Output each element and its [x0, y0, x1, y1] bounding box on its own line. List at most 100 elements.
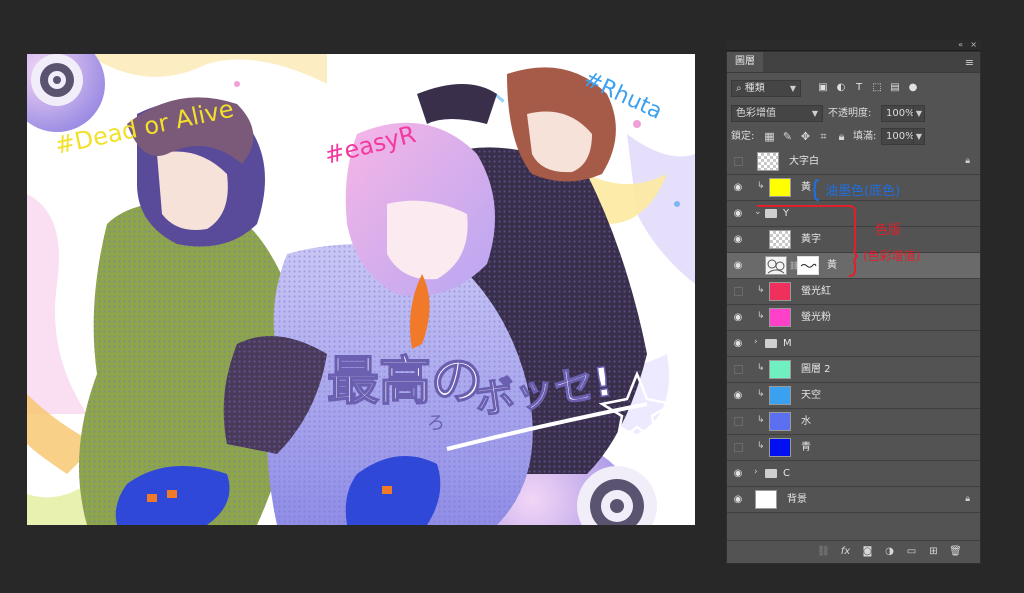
group-name: Y: [783, 208, 790, 219]
lock-transparent-icon[interactable]: ▦: [763, 130, 776, 143]
layer-row[interactable]: ↳ 圖層 2: [727, 357, 980, 383]
opacity-label: 不透明度:: [828, 108, 872, 119]
layer-row[interactable]: ↳ 水: [727, 409, 980, 435]
shape-filter-icon[interactable]: ⬚: [871, 82, 883, 94]
visibility-toggle-off[interactable]: [734, 417, 743, 426]
title-ruby: ろ: [427, 413, 445, 434]
eye-icon[interactable]: ◉: [731, 338, 745, 350]
tab-layers[interactable]: 圖層: [727, 52, 763, 72]
fill-slider-toggle[interactable]: ▼: [913, 128, 925, 145]
visibility-toggle-off[interactable]: [734, 365, 743, 374]
layer-filter-row: ⌕ 種類 ▼ ▣ ◐ T ⬚ ▤ ●: [731, 80, 976, 100]
fill-value: 100%: [886, 131, 915, 142]
folder-icon: [765, 469, 777, 478]
type-filter-icon[interactable]: T: [853, 82, 865, 94]
chevron-down-icon: ▼: [789, 84, 796, 93]
layer-row[interactable]: ↳ 青: [727, 435, 980, 461]
layer-row[interactable]: ◉ ↳ 天空: [727, 383, 980, 409]
eye-icon[interactable]: ◉: [731, 312, 745, 324]
new-group-folder-icon[interactable]: ▭: [905, 545, 918, 558]
chevron-down-icon: ▼: [915, 109, 922, 118]
chevron-right-icon[interactable]: ›: [754, 467, 758, 477]
layer-name: 背景: [787, 494, 807, 505]
lock-icon: 🔒︎: [965, 156, 970, 166]
clipping-mask-icon: ↳: [757, 311, 765, 321]
layer-thumbnail: [757, 152, 779, 171]
layer-thumbnail: [755, 490, 777, 509]
panel-tabbar: 圖層 ≡: [727, 52, 980, 73]
panel-menu-icon[interactable]: ≡: [965, 56, 974, 69]
layer-row-selected[interactable]: ◉ ⛓ 黃: [727, 253, 980, 279]
blend-opacity-row: 色彩增值 ▼ 不透明度: 100% ▼: [731, 105, 976, 125]
new-layer-icon[interactable]: ⊞: [927, 545, 940, 558]
layer-name: 水: [801, 416, 811, 427]
artwork-illustration: #Dead or Alive #easyR #Rhuta 最高の ろ ボッセ!: [27, 54, 695, 525]
blend-mode-select[interactable]: 色彩增值 ▼: [731, 105, 823, 122]
trash-icon[interactable]: 🗑︎: [949, 545, 962, 558]
eye-icon[interactable]: ◉: [731, 208, 745, 220]
fill-label: 填滿:: [853, 131, 877, 142]
group-row[interactable]: ◉ ⌄ Y: [727, 201, 980, 227]
collapse-panels-icon[interactable]: «: [958, 40, 963, 49]
layer-row[interactable]: ◉ ↳ 黃: [727, 175, 980, 201]
visibility-toggle-off[interactable]: [734, 287, 743, 296]
chevron-down-icon: ▼: [811, 109, 818, 118]
layer-name: 天空: [801, 390, 821, 401]
character-left: [79, 97, 299, 525]
opacity-slider-toggle[interactable]: ▼: [913, 105, 925, 122]
layer-thumbnail: [769, 438, 791, 457]
title-text: 最高の: [327, 352, 483, 412]
lock-icon: 🔒︎: [965, 494, 970, 504]
document-canvas[interactable]: #Dead or Alive #easyR #Rhuta 最高の ろ ボッセ!: [27, 54, 695, 525]
add-mask-icon[interactable]: ◙: [861, 545, 874, 558]
eye-icon[interactable]: ◉: [731, 234, 745, 246]
eye-icon[interactable]: ◉: [731, 468, 745, 480]
folder-icon: [765, 339, 777, 348]
clipping-mask-icon: ↳: [757, 415, 765, 425]
target-ball-topleft: [27, 54, 105, 132]
eye-icon[interactable]: ◉: [731, 390, 745, 402]
group-name: C: [783, 468, 790, 479]
clipping-mask-icon: ↳: [757, 441, 765, 451]
lock-artboard-icon[interactable]: ⌗: [817, 130, 830, 143]
smartobject-filter-icon[interactable]: ▤: [889, 82, 901, 94]
lock-paint-icon[interactable]: ✎: [781, 130, 794, 143]
close-panel-icon[interactable]: ×: [970, 40, 977, 49]
lock-all-icon[interactable]: 🔒︎: [835, 130, 848, 143]
lock-label: 鎖定:: [731, 131, 755, 142]
layer-mask-thumbnail[interactable]: [797, 256, 819, 275]
clipping-mask-icon: ↳: [757, 389, 765, 399]
layer-row[interactable]: ◉ ↳ 螢光粉: [727, 305, 980, 331]
adjustment-filter-icon[interactable]: ◐: [835, 82, 847, 94]
layer-thumbnail: [769, 308, 791, 327]
eye-icon[interactable]: ◉: [731, 260, 745, 272]
blend-mode-value: 色彩增值: [736, 108, 776, 119]
layer-name: 黃: [827, 260, 837, 271]
filter-kind-select[interactable]: ⌕ 種類 ▼: [731, 80, 801, 97]
eye-icon[interactable]: ◉: [731, 494, 745, 506]
fx-icon[interactable]: fx: [839, 545, 852, 558]
link-layers-icon[interactable]: ⛓: [817, 545, 830, 558]
layer-row[interactable]: ◉ 背景 🔒︎: [727, 487, 980, 513]
lock-position-icon[interactable]: ✥: [799, 130, 812, 143]
eye-icon[interactable]: ◉: [731, 182, 745, 194]
search-icon: ⌕: [736, 83, 745, 94]
layer-row[interactable]: 大字白 🔒︎: [727, 149, 980, 175]
chevron-down-icon[interactable]: ⌄: [754, 207, 762, 217]
layer-row[interactable]: ◉ 黃字: [727, 227, 980, 253]
filter-toggle-icon[interactable]: ●: [907, 82, 919, 94]
layer-thumbnail: [769, 230, 791, 249]
layer-name: 螢光粉: [801, 312, 831, 323]
layer-thumbnail: [769, 386, 791, 405]
image-filter-icon[interactable]: ▣: [817, 82, 829, 94]
visibility-toggle-off[interactable]: [734, 157, 743, 166]
group-row[interactable]: ◉ › M: [727, 331, 980, 357]
layer-row[interactable]: ↳ 螢光紅: [727, 279, 980, 305]
adjustment-layer-icon[interactable]: ◑: [883, 545, 896, 558]
visibility-toggle-off[interactable]: [734, 443, 743, 452]
clipping-mask-icon: ↳: [757, 285, 765, 295]
group-row[interactable]: ◉ › C: [727, 461, 980, 487]
chevron-right-icon[interactable]: ›: [754, 337, 758, 347]
layers-action-bar: ⛓ fx ◙ ◑ ▭ ⊞ 🗑︎: [727, 540, 980, 563]
group-name: M: [783, 338, 792, 349]
